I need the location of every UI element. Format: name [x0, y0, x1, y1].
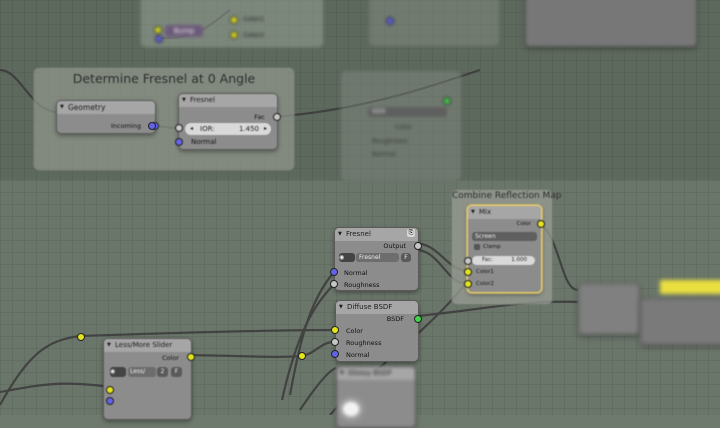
- fresnel-normal-socket[interactable]: [175, 138, 183, 146]
- slider-fake-user[interactable]: F: [171, 367, 182, 377]
- ior-field[interactable]: ◂ IOR: 1.450 ▸: [185, 123, 271, 135]
- mix-color1-socket[interactable]: [464, 268, 472, 276]
- fresnel-top-fac: Fac: [254, 113, 265, 121]
- link-bottom-glossy: [299, 366, 337, 411]
- fresnel-top-header[interactable]: Fresnel: [179, 94, 277, 107]
- mix-fac-socket[interactable]: [464, 257, 472, 265]
- geometry-link-dot[interactable]: [148, 122, 156, 130]
- link-left-low-1: [0, 382, 111, 394]
- slider-users[interactable]: 2: [157, 367, 168, 377]
- faded-color-label: Color: [395, 123, 412, 131]
- slider-color-socket[interactable]: [187, 353, 195, 361]
- right-yellow-element[interactable]: [660, 280, 720, 294]
- bump-node[interactable]: Bump: [165, 25, 203, 37]
- top-right-node[interactable]: [525, 0, 697, 47]
- combine-reflection-title: Combine Reflection Map: [452, 191, 562, 201]
- top-color2: Color2: [243, 31, 265, 39]
- top-frame: [140, 0, 324, 48]
- fresnel-group-roughness-socket[interactable]: [330, 280, 338, 288]
- faded-roughness-label: Roughness: [372, 137, 408, 145]
- geometry-header[interactable]: Geometry: [57, 101, 155, 114]
- slider-header[interactable]: Less/More Slider: [104, 339, 191, 352]
- diffuse-normal: Normal: [346, 351, 370, 359]
- top-color1: Color1: [243, 15, 265, 23]
- right-node-faded[interactable]: [578, 283, 640, 335]
- slider-input-socket-1[interactable]: [106, 386, 114, 394]
- less-more-slider-node[interactable]: Less/More Slider Color ◉ Less/ 2 F: [103, 338, 195, 420]
- slider-input-socket-2[interactable]: [106, 397, 114, 405]
- fresnel-ior-socket[interactable]: [175, 124, 183, 132]
- fresnel-group-roughness: Roughness: [344, 281, 380, 289]
- fresnel-node-top[interactable]: Fresnel Fac ◂ IOR: 1.450 ▸ Normal: [175, 93, 281, 150]
- diffuse-color: Color: [346, 327, 363, 335]
- fresnel-zero-frame-title: Determine Fresnel at 0 Angle: [72, 71, 256, 86]
- right-node-faded-2[interactable]: [640, 298, 720, 345]
- mix-color2-socket[interactable]: [464, 280, 472, 288]
- ior-left-arrow-icon[interactable]: ◂: [190, 123, 193, 135]
- fresnel-group-normal: Normal: [344, 269, 368, 277]
- fresnel-group-header[interactable]: Fresnel: [335, 228, 418, 241]
- reroute-left[interactable]: [77, 333, 85, 341]
- mix-color1: Color1: [476, 269, 494, 275]
- slider-datablock[interactable]: Less/: [128, 367, 156, 377]
- fresnel-group-datablock[interactable]: Fresnel: [356, 253, 399, 262]
- diffuse-bsdf-node[interactable]: Diffuse BSDF BSDF Color Roughness Normal: [335, 300, 422, 362]
- geometry-node[interactable]: Geometry Incoming: [56, 100, 159, 134]
- reroute-center[interactable]: [298, 352, 306, 360]
- glossy-header[interactable]: Glossy BSDF: [337, 367, 415, 380]
- ior-value: 1.450: [238, 125, 259, 133]
- clamp-checkbox[interactable]: [474, 244, 480, 250]
- top-right-socket[interactable]: [386, 17, 394, 25]
- mix-fac-field[interactable]: Fac: 1.000: [472, 256, 535, 265]
- diffuse-roughness-socket[interactable]: [331, 338, 339, 346]
- ior-label: IOR:: [200, 125, 215, 133]
- fresnel-group-node[interactable]: Fresnel ⎘ Output ◉ Fresnel F Normal Roug…: [334, 227, 422, 291]
- fresnel-group-normal-socket[interactable]: [330, 268, 338, 276]
- ggx-dropdown[interactable]: GGX: [368, 107, 447, 117]
- fresnel-group-output: Output: [383, 242, 406, 250]
- glossy-bsdf-node[interactable]: Glossy BSDF: [336, 366, 416, 428]
- mix-color-out: Color: [516, 221, 531, 227]
- bump-socket[interactable]: [154, 26, 162, 34]
- diffuse-roughness: Roughness: [346, 339, 382, 347]
- top-color1-socket[interactable]: [230, 16, 238, 24]
- mix-node[interactable]: Mix Color Screen Clamp Fac: 1.000 Color1…: [467, 205, 545, 293]
- mix-fac-value: 1.000: [511, 257, 527, 263]
- slider-color-out: Color: [162, 354, 179, 362]
- diffuse-header[interactable]: Diffuse BSDF: [336, 301, 418, 314]
- fresnel-group-fake-user[interactable]: F: [401, 253, 411, 262]
- clamp-label: Clamp: [483, 244, 501, 250]
- diffuse-color-socket[interactable]: [331, 326, 339, 334]
- group-browse-icon[interactable]: ◉: [339, 253, 355, 262]
- mix-color2: Color2: [476, 281, 494, 287]
- ior-right-arrow-icon[interactable]: ▸: [264, 123, 267, 135]
- faded-normal-label: Normal: [372, 150, 396, 158]
- mix-fac-label: Fac:: [482, 257, 493, 263]
- link-left-slider: [79, 328, 335, 338]
- fresnel-top-normal: Normal: [191, 138, 217, 146]
- top-color2-socket[interactable]: [230, 31, 238, 39]
- mix-header[interactable]: Mix: [468, 206, 541, 219]
- link-left-low-2: [0, 334, 81, 406]
- glossy-highlight: [343, 402, 359, 416]
- diffuse-bsdf-socket[interactable]: [414, 315, 422, 323]
- faded-bsdf-socket[interactable]: [443, 97, 451, 105]
- node-group-icon[interactable]: ⎘: [407, 229, 415, 237]
- fresnel-group-output-socket[interactable]: [414, 242, 422, 250]
- geometry-incoming: Incoming: [111, 122, 141, 130]
- slider-browse-icon[interactable]: ◉: [110, 367, 126, 377]
- link-long-2: [280, 283, 335, 401]
- mix-color-out-socket[interactable]: [537, 220, 545, 228]
- diffuse-normal-socket[interactable]: [331, 350, 339, 358]
- mix-blend-dropdown[interactable]: Screen: [472, 232, 537, 241]
- fresnel-fac-socket[interactable]: [273, 113, 281, 121]
- diffuse-bsdf-out: BSDF: [386, 315, 404, 323]
- link-slider-color: [187, 353, 301, 358]
- bump-normal-socket[interactable]: [155, 35, 163, 43]
